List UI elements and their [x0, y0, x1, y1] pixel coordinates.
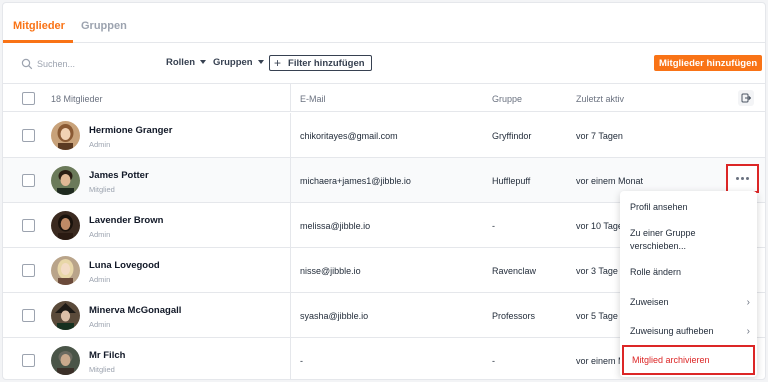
- menu-item-view-profile[interactable]: Profil ansehen: [630, 201, 750, 214]
- member-name[interactable]: James Potter: [89, 170, 149, 181]
- member-group: -: [492, 221, 495, 231]
- add-members-button[interactable]: Mitglieder hinzufügen: [654, 55, 763, 71]
- roles-dropdown[interactable]: Rollen: [166, 57, 207, 68]
- search-icon: [21, 58, 33, 70]
- tab-groups[interactable]: Gruppen: [81, 20, 127, 32]
- member-role: Admin: [89, 230, 111, 239]
- groups-dropdown[interactable]: Gruppen: [213, 57, 264, 68]
- plus-icon: +: [274, 56, 282, 70]
- member-role: Mitglied: [89, 365, 115, 374]
- menu-item-unassign-label: Zuweisung aufheben: [630, 326, 714, 336]
- chevron-right-icon: ›: [746, 326, 750, 337]
- column-divider: [290, 203, 291, 247]
- member-group: Gryffindor: [492, 131, 532, 141]
- header-email: E-Mail: [300, 94, 326, 104]
- members-panel: Mitglieder Gruppen Rollen Gruppen + Filt…: [2, 2, 766, 380]
- row-checkbox[interactable]: [22, 354, 35, 367]
- tab-members[interactable]: Mitglieder: [13, 20, 65, 32]
- table-header: 18 Mitglieder E-Mail Gruppe Zuletzt akti…: [3, 84, 765, 112]
- member-role: Admin: [89, 275, 111, 284]
- avatar: [51, 211, 80, 240]
- member-role: Mitglied: [89, 185, 115, 194]
- avatar: [51, 166, 80, 195]
- add-filter-label: Filter hinzufügen: [288, 57, 365, 69]
- add-filter-button[interactable]: + Filter hinzufügen: [269, 55, 372, 71]
- member-email: melissa@jibble.io: [300, 221, 371, 231]
- column-divider: [290, 84, 291, 111]
- chevron-down-icon: [200, 60, 207, 64]
- more-options-button[interactable]: [726, 164, 759, 193]
- avatar: [51, 121, 80, 150]
- member-last-active: vor einem M: [576, 356, 626, 366]
- export-icon[interactable]: [738, 90, 754, 106]
- member-name[interactable]: Hermione Granger: [89, 125, 172, 136]
- column-divider: [290, 113, 291, 157]
- more-dot-icon: [736, 177, 739, 180]
- column-divider: [290, 248, 291, 292]
- column-divider: [290, 293, 291, 337]
- menu-item-change-role[interactable]: Rolle ändern: [630, 266, 750, 279]
- menu-item-assign[interactable]: Zuweisen ›: [630, 296, 750, 309]
- member-actions-menu: Profil ansehen Zu einer Gruppe verschieb…: [620, 191, 757, 377]
- menu-item-assign-label: Zuweisen: [630, 297, 669, 307]
- header-group: Gruppe: [492, 94, 523, 104]
- member-name[interactable]: Mr Filch: [89, 350, 125, 361]
- member-group: Ravenclaw: [492, 266, 537, 276]
- more-dot-icon: [741, 177, 744, 180]
- member-name[interactable]: Luna Lovegood: [89, 260, 160, 271]
- member-role: Admin: [89, 320, 111, 329]
- select-all-checkbox[interactable]: [22, 92, 35, 105]
- more-dot-icon: [746, 177, 749, 180]
- member-name[interactable]: Lavender Brown: [89, 215, 163, 226]
- avatar: [51, 346, 80, 375]
- row-checkbox[interactable]: [22, 129, 35, 142]
- member-email: -: [300, 356, 303, 366]
- row-checkbox[interactable]: [22, 264, 35, 277]
- member-group: -: [492, 356, 495, 366]
- member-email: chikoritayes@gmail.com: [300, 131, 398, 141]
- roles-dropdown-label: Rollen: [166, 57, 196, 68]
- menu-item-move-to-group[interactable]: Zu einer Gruppe verschieben...: [630, 227, 750, 253]
- chevron-down-icon: [257, 60, 264, 64]
- member-group: Professors: [492, 311, 536, 321]
- member-last-active: vor 5 Tage: [576, 311, 618, 321]
- menu-item-archive-member[interactable]: Mitglied archivieren: [622, 345, 755, 375]
- member-last-active: vor 7 Tagen: [576, 131, 623, 141]
- search-input[interactable]: [37, 55, 137, 73]
- member-email: syasha@jibble.io: [300, 311, 369, 321]
- column-divider: [290, 158, 291, 202]
- groups-dropdown-label: Gruppen: [213, 57, 253, 68]
- member-last-active: vor einem Monat: [576, 176, 644, 186]
- row-checkbox[interactable]: [22, 309, 35, 322]
- member-count: 18 Mitglieder: [51, 94, 103, 104]
- avatar: [51, 301, 80, 330]
- member-last-active: vor 10 Tage: [576, 221, 623, 231]
- tab-bar: Mitglieder Gruppen: [3, 3, 765, 43]
- toolbar: Rollen Gruppen + Filter hinzufügen Mitgl…: [3, 44, 765, 84]
- member-role: Admin: [89, 140, 111, 149]
- chevron-right-icon: ›: [746, 297, 750, 308]
- table-row[interactable]: Hermione Granger Admin chikoritayes@gmai…: [3, 113, 765, 158]
- member-group: Hufflepuff: [492, 176, 531, 186]
- row-checkbox[interactable]: [22, 219, 35, 232]
- column-divider: [290, 338, 291, 379]
- row-checkbox[interactable]: [22, 174, 35, 187]
- member-email: michaera+james1@jibble.io: [300, 176, 411, 186]
- member-name[interactable]: Minerva McGonagall: [89, 305, 181, 316]
- menu-item-unassign[interactable]: Zuweisung aufheben ›: [630, 325, 750, 338]
- active-tab-indicator: [3, 40, 73, 43]
- member-email: nisse@jibble.io: [300, 266, 361, 276]
- header-last-active: Zuletzt aktiv: [576, 94, 625, 104]
- member-last-active: vor 3 Tage: [576, 266, 618, 276]
- avatar: [51, 256, 80, 285]
